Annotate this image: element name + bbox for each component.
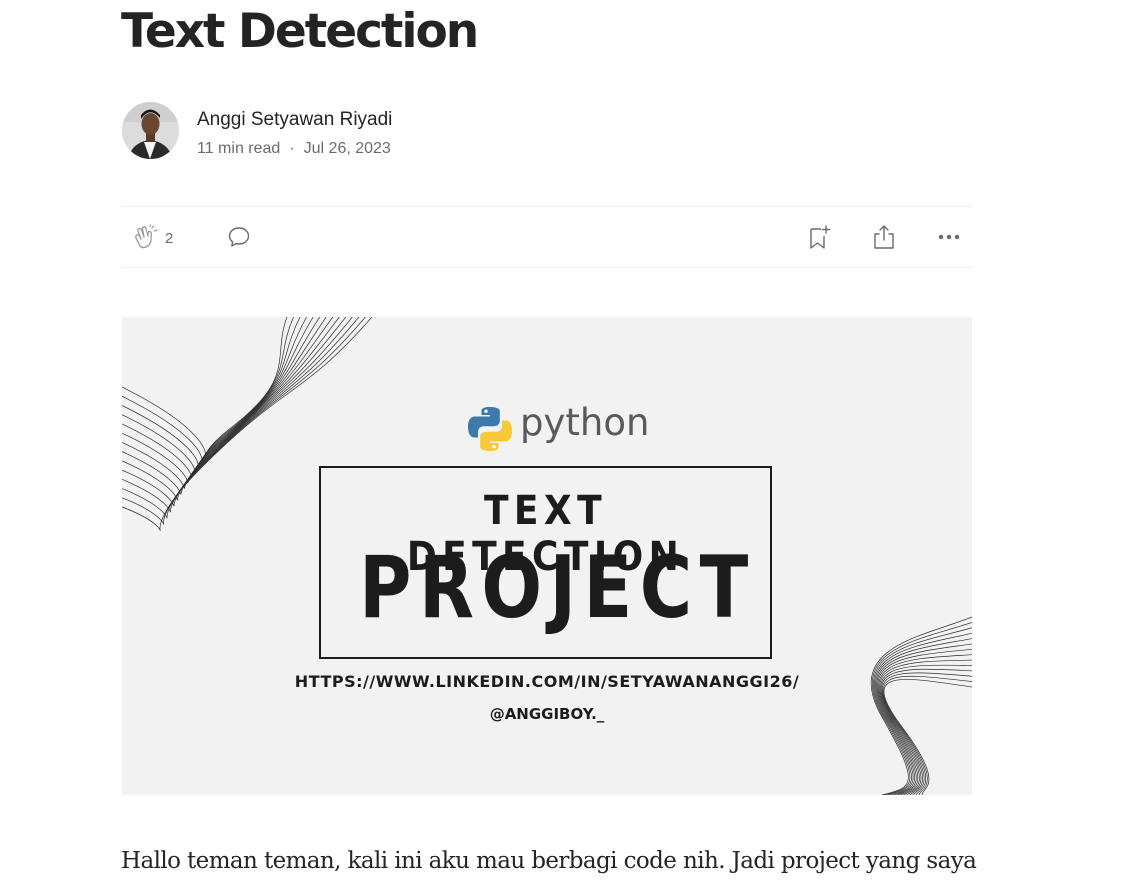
- wave-line: [122, 317, 327, 489]
- article-meta: 11 min read · Jul 26, 2023: [197, 140, 391, 158]
- clap-count: 2: [165, 230, 174, 247]
- hero-image: python TEXT DETECTION PROJECT HTTPS://WW…: [122, 317, 972, 795]
- author-avatar[interactable]: [122, 102, 179, 159]
- author-name[interactable]: Anggi Setyawan Riyadi: [197, 109, 392, 131]
- article-body-paragraph: Hallo teman teman, kali ini aku mau berb…: [121, 848, 977, 874]
- article-action-bar: 2: [121, 206, 972, 268]
- wave-line: [122, 317, 334, 495]
- publish-date: Jul 26, 2023: [303, 140, 391, 157]
- wave-line: [122, 317, 288, 456]
- share-icon[interactable]: [871, 223, 897, 256]
- wave-line: [122, 317, 353, 513]
- read-time: 11 min read: [197, 140, 281, 157]
- hero-handle: @ANGGIBOY._: [489, 705, 605, 723]
- wave-line: [122, 317, 314, 478]
- hero-box-subtitle: PROJECT: [359, 538, 756, 638]
- wave-line: [122, 317, 340, 501]
- wave-line: [122, 317, 301, 467]
- wave-line: [122, 317, 294, 461]
- bookmark-add-icon[interactable]: [807, 224, 833, 257]
- article-title: Text Detection: [121, 4, 479, 59]
- comment-icon[interactable]: [227, 225, 251, 254]
- python-logo-text: python: [520, 401, 650, 444]
- hero-linkedin-url: HTTPS://WWW.LINKEDIN.COM/IN/SETYAWANANGG…: [294, 672, 800, 691]
- project-title-box: TEXT DETECTION PROJECT: [319, 466, 772, 659]
- more-icon[interactable]: [937, 227, 961, 252]
- meta-separator: ·: [289, 140, 295, 157]
- clap-icon[interactable]: [133, 224, 159, 255]
